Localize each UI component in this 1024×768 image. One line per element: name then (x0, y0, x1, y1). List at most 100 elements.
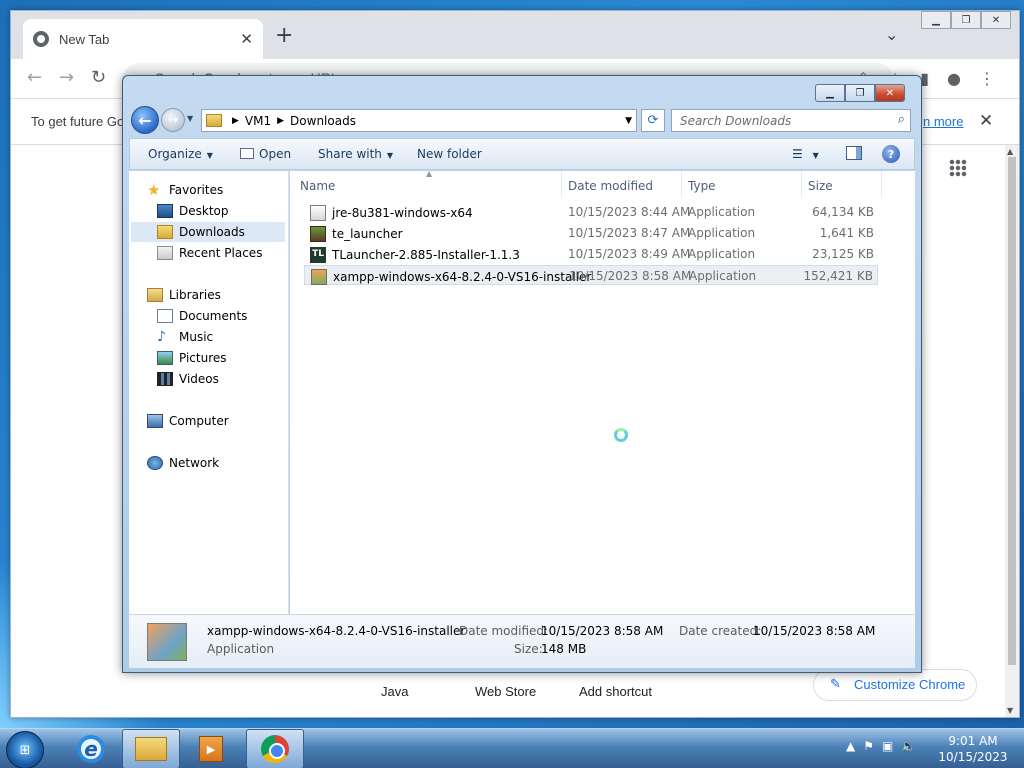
customize-chrome-button[interactable]: ✎ Customize Chrome (813, 669, 977, 701)
file-row[interactable]: TL TLauncher-2.885-Installer-1.1.3 10/15/… (304, 244, 878, 264)
nav-desktop[interactable]: Desktop (157, 201, 229, 221)
nav-recent-places-label: Recent Places (179, 246, 263, 260)
documents-icon (157, 309, 173, 323)
computer-icon (147, 414, 163, 428)
nav-favorites[interactable]: ★ Favorites (147, 180, 223, 200)
address-bar[interactable]: ▶ VM1 ▶ Downloads ▼ (201, 109, 637, 132)
taskbar-internet-explorer[interactable]: e (66, 729, 116, 768)
new-folder-button[interactable]: New folder (417, 147, 482, 161)
column-header-size[interactable]: Size (798, 171, 882, 197)
nav-downloads[interactable]: Downloads (131, 222, 285, 242)
file-name: xampp-windows-x64-8.2.4-0-VS16-installer (311, 269, 591, 285)
shortcut-web-store[interactable]: Web Store (475, 684, 536, 699)
file-row-selected[interactable]: xampp-windows-x64-8.2.4-0-VS16-installer… (304, 265, 878, 285)
nav-documents[interactable]: Documents (157, 306, 247, 326)
infobar-learn-more-link[interactable]: n more (923, 114, 963, 129)
shortcut-java[interactable]: Java (381, 684, 408, 699)
tab-close-icon[interactable]: ✕ (240, 30, 253, 48)
details-size: 148 MB (541, 642, 587, 656)
busy-spinner-icon (614, 428, 628, 442)
nav-music[interactable]: ♪ Music (157, 327, 213, 347)
file-row[interactable]: te_launcher 10/15/2023 8:47 AM Applicati… (304, 223, 878, 243)
explorer-minimize-button[interactable]: ▁ (815, 84, 845, 102)
maximize-button[interactable]: ❐ (951, 11, 981, 29)
internet-explorer-icon: e (77, 735, 105, 763)
file-type: Application (689, 269, 757, 283)
system-clock[interactable]: 9:01 AM 10/15/2023 (930, 733, 1016, 765)
nav-pictures[interactable]: Pictures (157, 348, 227, 368)
open-button[interactable]: Open (240, 147, 291, 161)
show-hidden-icons-icon[interactable]: ▲ (846, 739, 855, 753)
nav-recent-places[interactable]: Recent Places (157, 243, 262, 263)
close-button[interactable]: ✕ (981, 11, 1011, 29)
nav-computer[interactable]: Computer (147, 411, 229, 431)
taskbar-media-player[interactable]: ▶ (186, 729, 236, 768)
chrome-tab-strip: New Tab ✕ + ⌄ ▁ ❐ ✕ (11, 11, 1019, 59)
details-date-created: 10/15/2023 8:58 AM (753, 624, 876, 638)
reload-icon[interactable]: ↻ (91, 67, 106, 88)
downloads-folder-icon (157, 225, 173, 239)
open-icon (240, 148, 254, 159)
scroll-up-icon[interactable]: ▲ (1007, 147, 1013, 156)
details-date-created-label: Date created: (679, 624, 762, 638)
tab-new-tab[interactable]: New Tab ✕ (23, 19, 263, 59)
file-list: Name ▲ Date modified Type Size jre-8u381… (290, 169, 915, 614)
refresh-button[interactable]: ⟳ (641, 109, 665, 132)
explorer-close-button[interactable]: ✕ (875, 84, 905, 102)
nav-favorites-label: Favorites (169, 183, 224, 197)
minecraft-icon (310, 226, 326, 242)
action-center-flag-icon[interactable]: ⚑ (863, 739, 874, 753)
taskbar-chrome[interactable] (246, 729, 304, 768)
start-button[interactable]: ⊞ (6, 731, 44, 768)
back-button[interactable]: ← (131, 106, 159, 134)
network-icon (147, 456, 163, 470)
network-status-icon[interactable]: ▣ (882, 739, 893, 753)
infobar-close-icon[interactable]: ✕ (979, 111, 993, 131)
minimize-button[interactable]: ▁ (921, 11, 951, 29)
share-with-button[interactable]: Share with ▼ (318, 147, 393, 161)
breadcrumb-downloads[interactable]: Downloads (290, 114, 356, 128)
shortcut-add[interactable]: Add shortcut (579, 684, 652, 699)
file-size: 152,421 KB (803, 269, 873, 283)
help-icon[interactable]: ? (882, 145, 900, 163)
tab-search-chevron-icon[interactable]: ⌄ (885, 25, 898, 44)
breadcrumb-separator-icon[interactable]: ▶ (232, 116, 239, 126)
nav-videos[interactable]: Videos (157, 369, 219, 389)
explorer-maximize-button[interactable]: ❐ (845, 84, 875, 102)
scroll-down-icon[interactable]: ▼ (1007, 706, 1013, 715)
change-view-button[interactable]: ☰ ▼ (792, 147, 819, 161)
chrome-window-controls: ▁ ❐ ✕ (921, 11, 1011, 29)
back-arrow-icon[interactable]: ← (27, 67, 42, 88)
nav-network[interactable]: Network (147, 453, 219, 473)
chrome-favicon-icon (33, 31, 49, 47)
file-row[interactable]: jre-8u381-windows-x64 10/15/2023 8:44 AM… (304, 202, 878, 222)
scrollbar-thumb[interactable] (1008, 157, 1016, 665)
breadcrumb-separator-icon[interactable]: ▶ (277, 116, 284, 126)
chevron-down-icon: ▼ (812, 151, 819, 160)
forward-arrow-icon[interactable]: → (59, 67, 74, 88)
column-header-type[interactable]: Type (678, 171, 802, 197)
column-header-date[interactable]: Date modified (558, 171, 682, 197)
breadcrumb-vm1[interactable]: VM1 (245, 114, 271, 128)
media-player-icon: ▶ (199, 736, 223, 762)
preview-pane-icon[interactable] (846, 146, 862, 160)
sort-ascending-icon: ▲ (426, 169, 433, 178)
forward-button[interactable]: → (161, 108, 185, 132)
details-file-name: xampp-windows-x64-8.2.4-0-VS16-installer (207, 624, 466, 638)
volume-muted-icon[interactable]: 🔈 (901, 739, 916, 753)
column-header-name[interactable]: Name ▲ (290, 169, 562, 197)
google-apps-grid-icon[interactable] (949, 159, 967, 177)
organize-button[interactable]: Organize ▼ (148, 147, 213, 161)
file-name-text: TLauncher-2.885-Installer-1.1.3 (332, 248, 520, 262)
menu-kebab-icon[interactable]: ⋮ (979, 69, 995, 88)
chrome-scrollbar[interactable]: ▲ ▼ (1005, 145, 1019, 717)
profile-avatar-icon[interactable]: ● (947, 69, 961, 88)
address-dropdown-icon[interactable]: ▼ (625, 116, 632, 126)
file-date: 10/15/2023 8:49 AM (568, 247, 691, 261)
recent-pages-chevron-icon[interactable]: ▼ (187, 114, 193, 123)
details-date-modified: 10/15/2023 8:58 AM (541, 624, 664, 638)
taskbar-windows-explorer[interactable] (122, 729, 180, 768)
search-input[interactable]: Search Downloads ⌕ (671, 109, 911, 132)
nav-libraries[interactable]: Libraries (147, 285, 221, 305)
new-tab-button[interactable]: + (275, 25, 293, 47)
